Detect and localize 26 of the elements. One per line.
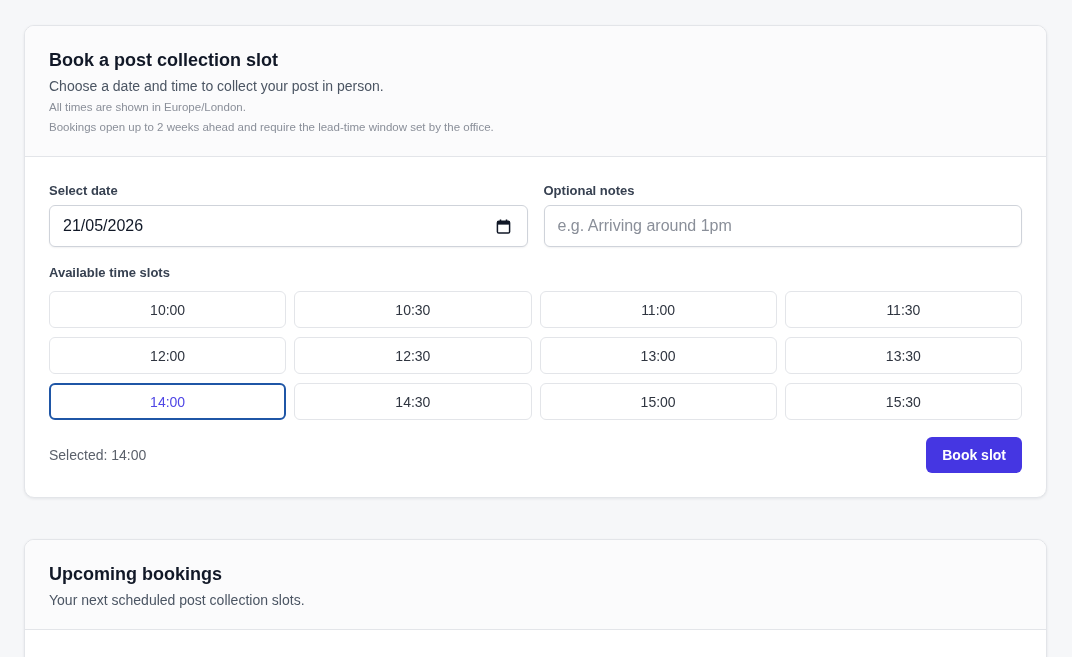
time-slot-button[interactable]: 15:00	[539, 383, 777, 420]
time-slot-button[interactable]: 11:00	[539, 291, 777, 328]
field-label: Optional notes	[543, 182, 636, 200]
field-label: Select date	[49, 182, 119, 200]
info-note: All times are shown in Europe/London.	[49, 100, 247, 115]
book-slot-button[interactable]: Book slot	[926, 437, 1022, 473]
time-slot-button[interactable]: 14:00	[49, 383, 287, 420]
time-slot-button[interactable]: 11:30	[784, 291, 1022, 328]
notes-field[interactable]: e.g. Arriving around 1pm	[543, 205, 1022, 247]
card-subtitle: Your next scheduled post collection slots.	[49, 591, 306, 610]
time-slot-button[interactable]: 10:30	[294, 291, 532, 328]
card-title: Book a post collection slot	[49, 49, 280, 72]
card-title: Upcoming bookings	[49, 563, 223, 586]
time-slot-button[interactable]: 13:00	[539, 337, 777, 374]
time-slot-button[interactable]: 12:00	[49, 337, 287, 374]
time-slot-button[interactable]: 10:00	[49, 291, 287, 328]
section-label: Available time slots	[49, 264, 171, 282]
info-note: Bookings open up to 2 weeks ahead and require the lead-time window set by the office.	[49, 120, 495, 135]
time-slot-button[interactable]: 12:30	[294, 337, 532, 374]
time-slot-button[interactable]: 13:30	[784, 337, 1022, 374]
time-slot-button[interactable]: 15:30	[784, 383, 1022, 420]
date-field[interactable]: 21/05/2026	[49, 205, 528, 247]
calendar-icon[interactable]	[495, 218, 511, 234]
selected-time-text: Selected: 14:00	[49, 447, 147, 463]
time-slot-button[interactable]: 14:30	[294, 383, 532, 420]
card-subtitle: Choose a date and time to collect your post in person.	[49, 77, 385, 96]
